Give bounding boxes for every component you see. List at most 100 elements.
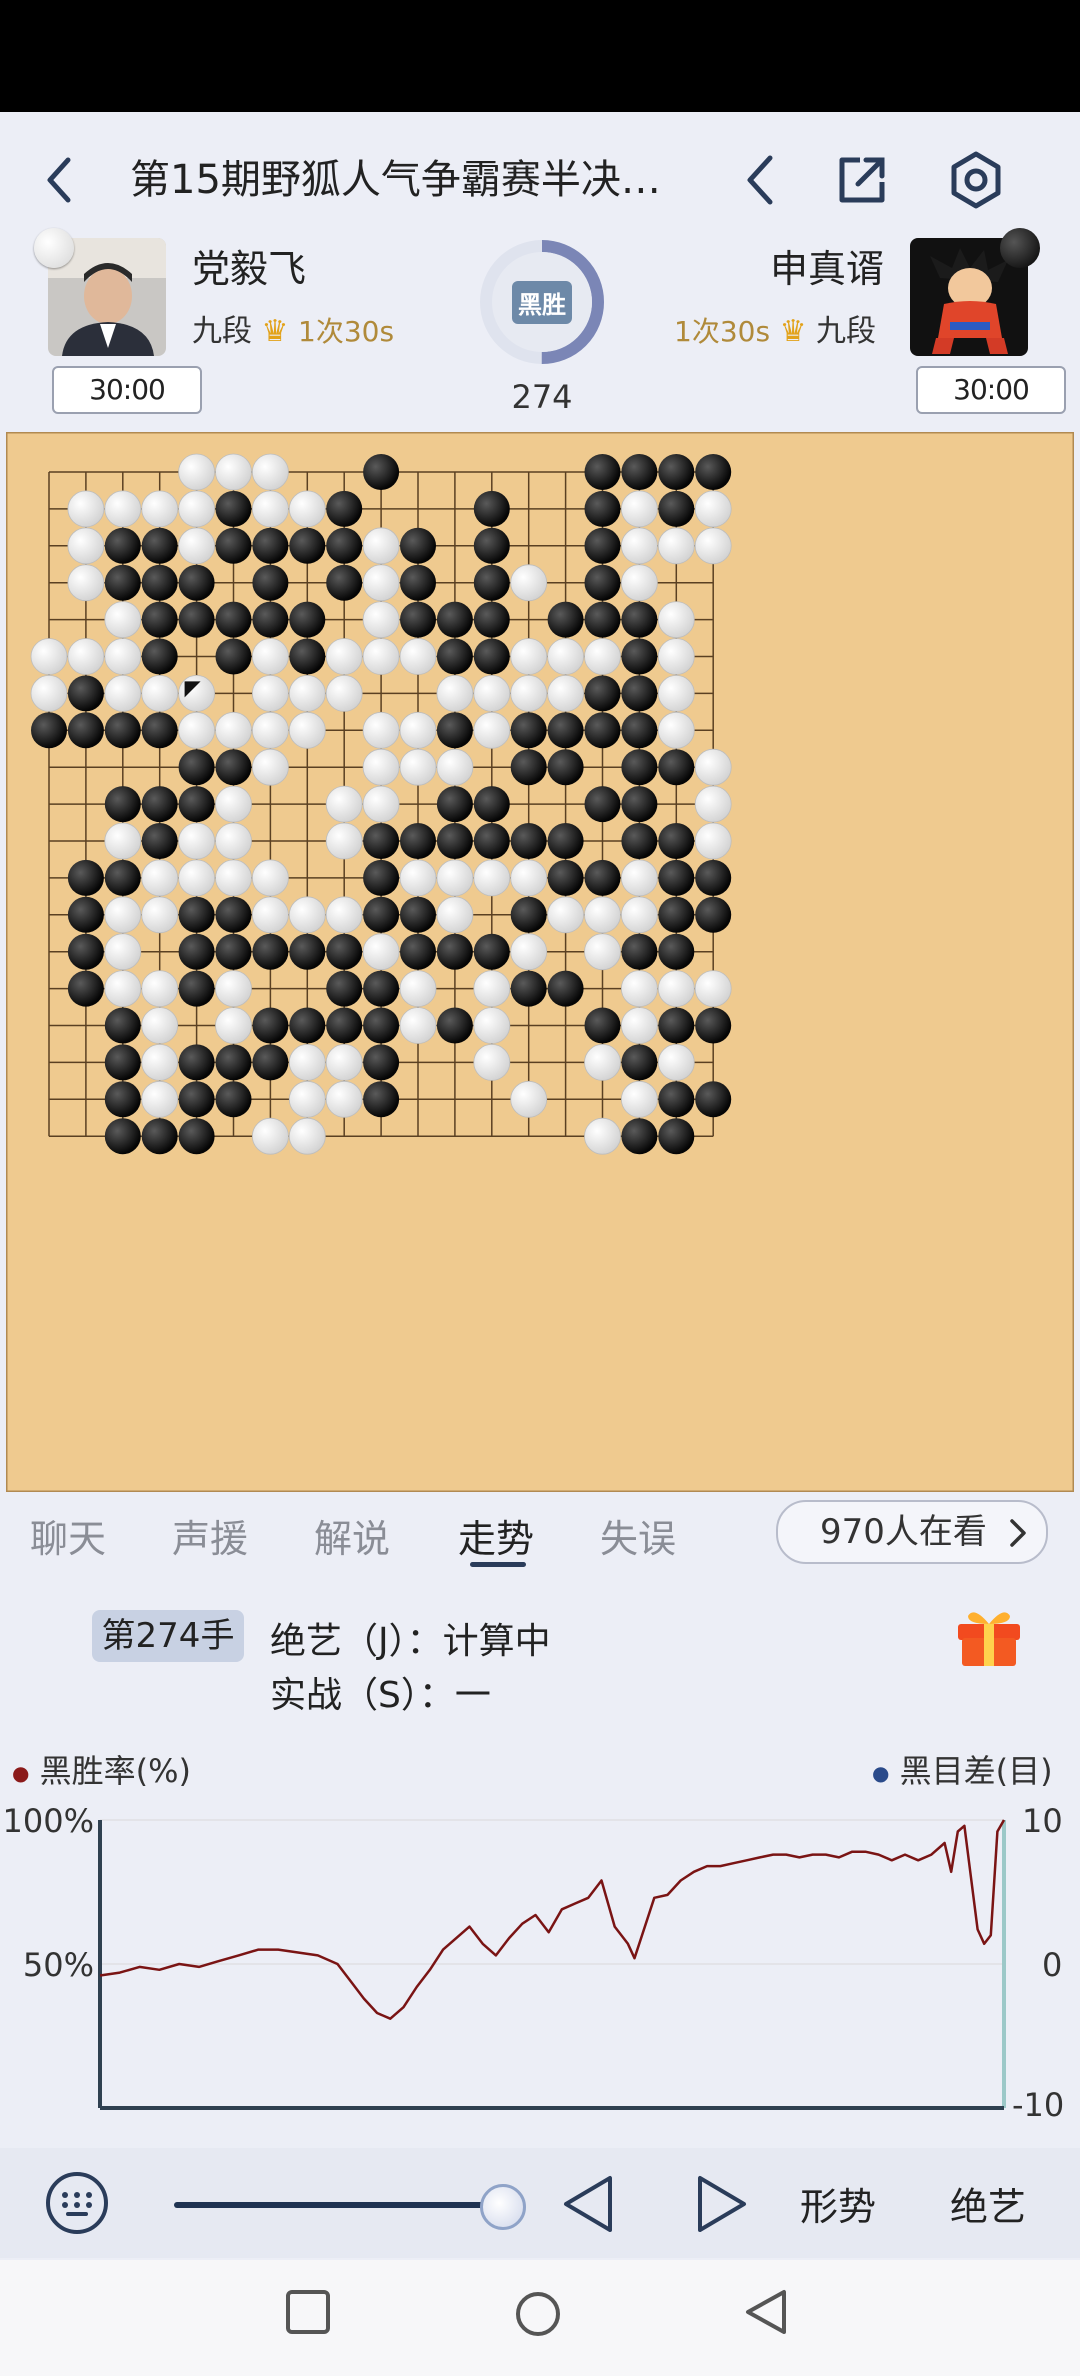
tab-trend[interactable]: 走势: [458, 1508, 534, 1563]
crown-icon: ♛: [261, 314, 289, 349]
white-stone: [325, 1080, 363, 1118]
white-stone: [288, 674, 326, 712]
back-nav-icon[interactable]: [742, 2288, 790, 2336]
white-stone: [178, 711, 216, 749]
viewers-count: 970人在看: [820, 1512, 987, 1552]
white-stone: [362, 601, 400, 639]
tab-cheer[interactable]: 声援: [172, 1508, 248, 1563]
black-stone: [252, 601, 289, 638]
tab-mistakes[interactable]: 失误: [600, 1508, 676, 1563]
white-player-rank: 九段: [192, 314, 252, 349]
chevron-right-icon: [1010, 1519, 1026, 1547]
black-player-rank: 九段: [816, 314, 877, 349]
white-stone: [178, 527, 216, 565]
move-count: 274: [511, 378, 573, 416]
slider-thumb[interactable]: [480, 2184, 526, 2230]
win-rate-chart[interactable]: 100% 50% 10 0 -10: [0, 1780, 1080, 2130]
black-stone: [67, 896, 104, 933]
black-stone: [473, 601, 510, 638]
viewers-button[interactable]: 970人在看: [776, 1500, 1048, 1564]
white-stone: [621, 970, 658, 1007]
white-stone: [362, 785, 400, 823]
black-stone: [326, 564, 363, 601]
black-stone: [658, 896, 695, 933]
white-stone: [67, 564, 105, 602]
black-stone: [621, 675, 658, 712]
black-stone: [252, 1044, 289, 1081]
settings-icon[interactable]: [944, 148, 1008, 212]
black-stone: [547, 970, 584, 1007]
black-stone: [215, 1081, 252, 1118]
share-icon[interactable]: [830, 148, 894, 212]
white-stone: [141, 859, 179, 897]
white-stone: [215, 785, 252, 823]
white-stone: [362, 527, 400, 565]
black-stone: [104, 1118, 141, 1155]
white-stone: [104, 601, 142, 639]
tab-commentary[interactable]: 解说: [314, 1508, 390, 1563]
white-stone: [215, 711, 252, 749]
white-stone: [399, 638, 437, 675]
y-right-tick-minus10: -10: [1012, 2086, 1064, 2124]
black-stone: [473, 933, 510, 970]
crown-icon: ♛: [779, 314, 807, 349]
active-tab-indicator: [470, 1562, 526, 1567]
white-stone: [621, 490, 658, 528]
situation-button[interactable]: 形势: [800, 2176, 876, 2231]
white-stone: [473, 1007, 511, 1044]
white-stone: [657, 1044, 695, 1081]
white-stone: [141, 1007, 179, 1044]
white-stone: [657, 601, 695, 639]
white-stone: [621, 1007, 658, 1044]
move-slider[interactable]: [174, 2184, 526, 2230]
go-board[interactable]: [4, 430, 1076, 1494]
black-stone: [67, 675, 104, 712]
white-stone: [215, 1007, 252, 1044]
recent-apps-icon[interactable]: [286, 2290, 330, 2334]
white-stone: [362, 711, 400, 749]
black-stone: [104, 1007, 141, 1044]
result-label: 黑胜: [512, 280, 572, 324]
ai-button[interactable]: 绝艺: [950, 2176, 1026, 2231]
white-stone: [399, 970, 437, 1007]
black-stone: [363, 1007, 400, 1044]
black-stone: [141, 527, 178, 564]
back-arrow-icon[interactable]: [40, 150, 80, 210]
black-stone: [215, 490, 252, 527]
white-stone: [473, 1044, 511, 1081]
tab-chat[interactable]: 聊天: [30, 1508, 106, 1563]
white-stone: [67, 527, 105, 565]
black-stone: [104, 564, 141, 601]
white-stone: [621, 1080, 658, 1118]
black-stone: [215, 638, 252, 675]
white-stone: [362, 748, 400, 786]
black-stone: [584, 1007, 621, 1044]
black-stone: [252, 1007, 289, 1044]
black-player-clock: 30:00: [916, 366, 1066, 414]
black-stone: [363, 859, 400, 896]
black-stone-indicator: [1000, 228, 1040, 268]
black-stone: [436, 933, 473, 970]
white-stone: [141, 1080, 179, 1118]
black-stone: [363, 823, 400, 859]
black-stone: [67, 970, 104, 1007]
white-stone: [473, 970, 511, 1007]
black-stone: [252, 933, 289, 970]
black-stone: [141, 601, 178, 638]
white-stone: [251, 896, 289, 934]
keyboard-icon[interactable]: [44, 2170, 110, 2236]
home-icon[interactable]: [514, 2290, 562, 2338]
white-stone: [141, 674, 179, 712]
white-stone: [178, 822, 216, 860]
black-stone: [178, 601, 215, 638]
black-stone: [584, 454, 621, 490]
prev-move-icon[interactable]: [556, 2172, 620, 2236]
previous-icon[interactable]: [728, 148, 792, 212]
black-stone: [658, 859, 695, 896]
gift-icon[interactable]: [954, 1606, 1024, 1668]
white-stone-indicator: [34, 228, 74, 268]
white-stone: [694, 785, 732, 823]
next-move-icon[interactable]: [690, 2172, 754, 2236]
white-stone: [104, 822, 142, 860]
black-stone: [621, 712, 658, 749]
